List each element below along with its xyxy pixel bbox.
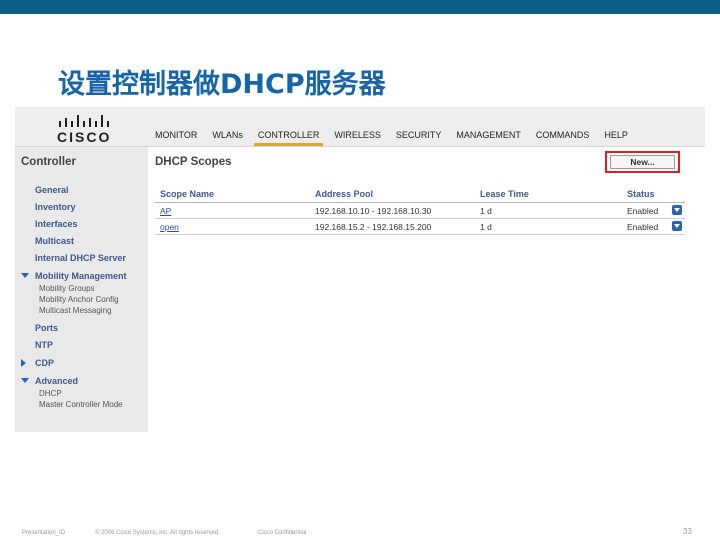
sidebar-item-internal-dhcp-server[interactable]: Internal DHCP Server	[35, 253, 126, 263]
cisco-bars-icon	[59, 115, 109, 127]
sidebar-item-multicast[interactable]: Multicast	[35, 236, 74, 246]
table-header: Scope Name Address Pool Lease Time Statu…	[155, 185, 685, 203]
sidebar-item-inventory[interactable]: Inventory	[35, 202, 76, 212]
row-dropdown-icon[interactable]	[672, 221, 682, 231]
status-cell: Enabled	[627, 206, 659, 216]
sidebar-item-ntp[interactable]: NTP	[35, 340, 53, 350]
dhcp-scopes-table: Scope Name Address Pool Lease Time Statu…	[155, 185, 685, 235]
footer-presentation-id: Presentation_ID	[22, 530, 66, 536]
nav-security[interactable]: SECURITY	[396, 130, 442, 140]
lease-time-cell: 1 d	[480, 206, 492, 216]
address-pool-cell: 192.168.15.2 - 192.168.15.200	[315, 222, 432, 232]
scope-name-link[interactable]: open	[160, 222, 179, 232]
sidebar-subitem-dhcp[interactable]: DHCP	[39, 389, 62, 398]
nav-monitor[interactable]: MONITOR	[155, 130, 197, 140]
sidebar-item-mobility-management[interactable]: Mobility Management	[35, 271, 127, 281]
nav-wlans[interactable]: WLANs	[212, 130, 243, 140]
expand-down-icon[interactable]	[21, 378, 29, 383]
sidebar-item-interfaces[interactable]: Interfaces	[35, 219, 78, 229]
sidebar: Controller General Inventory Interfaces …	[15, 147, 148, 432]
sidebar-subitem-mobility-groups[interactable]: Mobility Groups	[39, 284, 95, 293]
nav-help[interactable]: HELP	[604, 130, 628, 140]
cisco-logo-text: CISCO	[57, 129, 112, 145]
new-button-highlight: New...	[605, 151, 680, 173]
sidebar-item-cdp[interactable]: CDP	[35, 358, 54, 368]
expand-right-icon[interactable]	[21, 359, 26, 367]
page-title: DHCP Scopes	[155, 156, 232, 168]
nav-controller[interactable]: CONTROLLER	[253, 130, 323, 146]
main-content: DHCP Scopes New... Scope Name Address Po…	[155, 147, 705, 432]
sidebar-subitem-master-controller-mode[interactable]: Master Controller Mode	[39, 400, 123, 409]
nav-commands[interactable]: COMMANDS	[536, 130, 590, 140]
top-nav: MONITOR WLANs CONTROLLER WIRELESS SECURI…	[155, 130, 643, 146]
sidebar-subitem-multicast-messaging[interactable]: Multicast Messaging	[39, 306, 111, 315]
expand-down-icon[interactable]	[21, 273, 29, 278]
column-header-address-pool: Address Pool	[315, 189, 374, 199]
sidebar-title: Controller	[21, 156, 76, 168]
footer-confidential: Cisco Confidential	[258, 530, 307, 536]
column-header-lease-time: Lease Time	[480, 189, 529, 199]
slide-title: 设置控制器做DHCP服务器	[58, 69, 386, 100]
column-header-scope-name: Scope Name	[160, 189, 215, 199]
scope-name-link[interactable]: AP	[160, 206, 171, 216]
new-button[interactable]: New...	[610, 155, 675, 169]
slide-top-bar	[0, 0, 720, 14]
lease-time-cell: 1 d	[480, 222, 492, 232]
table-row: AP 192.168.10.10 - 192.168.10.30 1 d Ena…	[155, 203, 685, 219]
slide-footer: Presentation_ID © 2006 Cisco Systems, In…	[0, 530, 720, 540]
nav-wireless[interactable]: WIRELESS	[334, 130, 381, 140]
cisco-logo: CISCO	[55, 115, 115, 145]
address-pool-cell: 192.168.10.10 - 192.168.10.30	[315, 206, 432, 216]
page-number: 33	[683, 527, 692, 536]
column-header-status: Status	[627, 189, 655, 199]
sidebar-item-ports[interactable]: Ports	[35, 323, 58, 333]
row-dropdown-icon[interactable]	[672, 205, 682, 215]
sidebar-item-advanced[interactable]: Advanced	[35, 376, 78, 386]
sidebar-subitem-mobility-anchor-config[interactable]: Mobility Anchor Config	[39, 295, 119, 304]
sidebar-item-general[interactable]: General	[35, 185, 69, 195]
app-header: CISCO MONITOR WLANs CONTROLLER WIRELESS …	[15, 107, 705, 147]
table-row: open 192.168.15.2 - 192.168.15.200 1 d E…	[155, 219, 685, 235]
status-cell: Enabled	[627, 222, 659, 232]
wlc-app-window: CISCO MONITOR WLANs CONTROLLER WIRELESS …	[15, 107, 705, 432]
nav-management[interactable]: MANAGEMENT	[456, 130, 521, 140]
footer-copyright: © 2006 Cisco Systems, Inc. All rights re…	[95, 530, 220, 536]
